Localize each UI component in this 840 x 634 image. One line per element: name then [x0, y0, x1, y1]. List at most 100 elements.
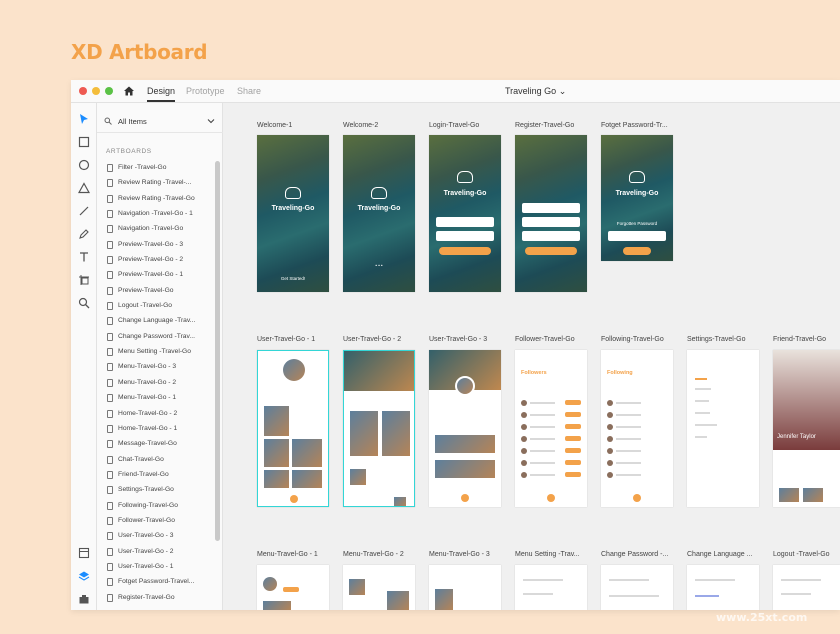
- artboard-label[interactable]: User-Travel-Go - 3: [429, 336, 487, 343]
- artboard-friend[interactable]: Jennifer Taylor: [773, 350, 840, 507]
- artboard-following[interactable]: Following: [601, 350, 673, 507]
- artboard-label[interactable]: Menu Setting -Trav...: [515, 551, 580, 558]
- artboard-list-item[interactable]: User-Travel-Go - 3: [97, 529, 215, 544]
- artboard-menu-1[interactable]: [257, 565, 329, 610]
- artboard-list-item[interactable]: User-Travel-Go - 1: [97, 560, 215, 575]
- artboard-change-password[interactable]: [601, 565, 673, 610]
- zoom-tool-icon[interactable]: [78, 297, 90, 309]
- photo-thumb: [394, 497, 406, 506]
- artboard-label[interactable]: Register-Travel-Go: [515, 122, 574, 129]
- artboard-label[interactable]: Menu-Travel-Go - 2: [343, 551, 404, 558]
- text-tool-icon[interactable]: [78, 251, 90, 263]
- artboard-list-item[interactable]: Menu-Travel-Go - 2: [97, 376, 215, 391]
- home-icon[interactable]: [123, 85, 135, 97]
- artboard-label[interactable]: Change Password -...: [601, 551, 668, 558]
- line-tool-icon[interactable]: [78, 205, 90, 217]
- maximize-window-button[interactable]: [105, 87, 113, 95]
- artboard-label[interactable]: Menu-Travel-Go - 3: [429, 551, 490, 558]
- artboard-list-item[interactable]: Menu Setting -Travel-Go: [97, 345, 215, 360]
- follow-button: [565, 400, 581, 405]
- select-tool-icon[interactable]: [78, 113, 90, 125]
- layers-scrollbar[interactable]: [215, 161, 220, 541]
- artboard-list-item[interactable]: Review Rating -Travel-...: [97, 176, 215, 191]
- tab-prototype[interactable]: Prototype: [186, 86, 225, 96]
- artboard-login[interactable]: Traveling-Go: [429, 135, 501, 292]
- active-tab-indicator: [147, 100, 175, 102]
- artboard-label[interactable]: Menu-Travel-Go - 1: [257, 551, 318, 558]
- artboard-list-item[interactable]: Navigation -Travel-Go: [97, 222, 215, 237]
- artboard-user-2[interactable]: [343, 350, 415, 507]
- artboard-user-1[interactable]: [257, 350, 329, 507]
- artboard-settings[interactable]: [687, 350, 759, 507]
- document-title[interactable]: Traveling Go ⌄: [505, 86, 566, 97]
- artboard-label[interactable]: Welcome-1: [257, 122, 292, 129]
- rectangle-tool-icon[interactable]: [78, 136, 90, 148]
- artboard-label[interactable]: Friend-Travel-Go: [773, 336, 826, 343]
- artboard-label[interactable]: Welcome-2: [343, 122, 378, 129]
- artboard-label[interactable]: Fotget Password-Tr...: [601, 122, 668, 129]
- artboard-list-label: User-Travel-Go - 3: [118, 532, 174, 540]
- artboard-logout[interactable]: [773, 565, 840, 610]
- artboard-list-item[interactable]: Change Language -Trav...: [97, 314, 215, 329]
- layer-filter-dropdown[interactable]: All Items: [97, 111, 223, 133]
- artboard-list-item[interactable]: Chat-Travel-Go: [97, 453, 215, 468]
- artboard-list-item[interactable]: Register-Travel-Go: [97, 591, 215, 606]
- artboard-list-label: Friend-Travel-Go: [118, 470, 169, 478]
- artboard-menu-2[interactable]: [343, 565, 415, 610]
- artboard-list-item[interactable]: Logout -Travel-Go: [97, 299, 215, 314]
- artboard-list-item[interactable]: Menu-Travel-Go - 3: [97, 360, 215, 375]
- artboard-label[interactable]: User-Travel-Go - 2: [343, 336, 401, 343]
- artboard-list-item[interactable]: Settings-Travel-Go: [97, 483, 215, 498]
- tab-design[interactable]: Design: [147, 86, 175, 96]
- artboard-follower[interactable]: Followers: [515, 350, 587, 507]
- artboard-list-item[interactable]: Fotget Password-Travel...: [97, 575, 215, 590]
- artboard-list-item[interactable]: Menu-Travel-Go - 1: [97, 391, 215, 406]
- plugins-icon[interactable]: [78, 593, 90, 605]
- artboard-list-item[interactable]: Home-Travel-Go - 2: [97, 407, 215, 422]
- artboard-menu-setting[interactable]: [515, 565, 587, 610]
- artboard-list-item[interactable]: Preview-Travel-Go - 3: [97, 238, 215, 253]
- layers-panel-icon[interactable]: [78, 570, 90, 582]
- polygon-tool-icon[interactable]: [78, 182, 90, 194]
- artboard-label[interactable]: Following-Travel-Go: [601, 336, 664, 343]
- watermark: www.25xt.com: [716, 611, 808, 624]
- tab-share[interactable]: Share: [237, 86, 261, 96]
- artboard-label[interactable]: Follower-Travel-Go: [515, 336, 575, 343]
- artboard-list-label: Preview-Travel-Go: [118, 286, 174, 294]
- artboard-register[interactable]: [515, 135, 587, 292]
- artboard-list-item[interactable]: Filter -Travel-Go: [97, 161, 215, 176]
- artboard-user-3[interactable]: [429, 350, 501, 507]
- artboard-label[interactable]: User-Travel-Go - 1: [257, 336, 315, 343]
- close-window-button[interactable]: [79, 87, 87, 95]
- pen-tool-icon[interactable]: [78, 228, 90, 240]
- artboard-label[interactable]: Settings-Travel-Go: [687, 336, 745, 343]
- design-canvas[interactable]: Welcome-1 Welcome-2 Login-Travel-Go Regi…: [223, 103, 840, 610]
- artboard-list-item[interactable]: User-Travel-Go - 2: [97, 545, 215, 560]
- artboard-label[interactable]: Change Language ...: [687, 551, 752, 558]
- artboard-list-item[interactable]: Navigation -Travel-Go - 1: [97, 207, 215, 222]
- artboard-list-item[interactable]: Follower-Travel-Go: [97, 514, 215, 529]
- artboard-welcome-2[interactable]: Traveling-Go • • •: [343, 135, 415, 292]
- minimize-window-button[interactable]: [92, 87, 100, 95]
- artboard-list-item[interactable]: Preview-Travel-Go: [97, 284, 215, 299]
- artboard-list-item[interactable]: Message-Travel-Go: [97, 437, 215, 452]
- artboard-tool-icon[interactable]: [78, 274, 90, 286]
- artboard-welcome-1[interactable]: Traveling-Go Get Started!: [257, 135, 329, 292]
- artboard-list-item[interactable]: Home-Travel-Go - 1: [97, 422, 215, 437]
- artboard-menu-3[interactable]: [429, 565, 501, 610]
- artboard-label[interactable]: Logout -Travel-Go: [773, 551, 830, 558]
- artboard-list-item[interactable]: Change Password -Trav...: [97, 330, 215, 345]
- ellipse-tool-icon[interactable]: [78, 159, 90, 171]
- artboard-list-item[interactable]: Preview-Travel-Go - 2: [97, 253, 215, 268]
- artboard-list-item[interactable]: Friend-Travel-Go: [97, 468, 215, 483]
- artboard-list-item[interactable]: Following-Travel-Go: [97, 499, 215, 514]
- assets-panel-icon[interactable]: [78, 547, 90, 559]
- artboard-label[interactable]: Login-Travel-Go: [429, 122, 479, 129]
- artboard-icon: [107, 256, 113, 265]
- artboard-forgot-password[interactable]: Traveling-Go Forgotten Password: [601, 135, 673, 261]
- artboard-change-language[interactable]: [687, 565, 759, 610]
- avatar: [455, 376, 475, 396]
- badge: [283, 587, 299, 592]
- artboard-list-item[interactable]: Preview-Travel-Go - 1: [97, 268, 215, 283]
- artboard-list-item[interactable]: Review Rating -Travel-Go: [97, 192, 215, 207]
